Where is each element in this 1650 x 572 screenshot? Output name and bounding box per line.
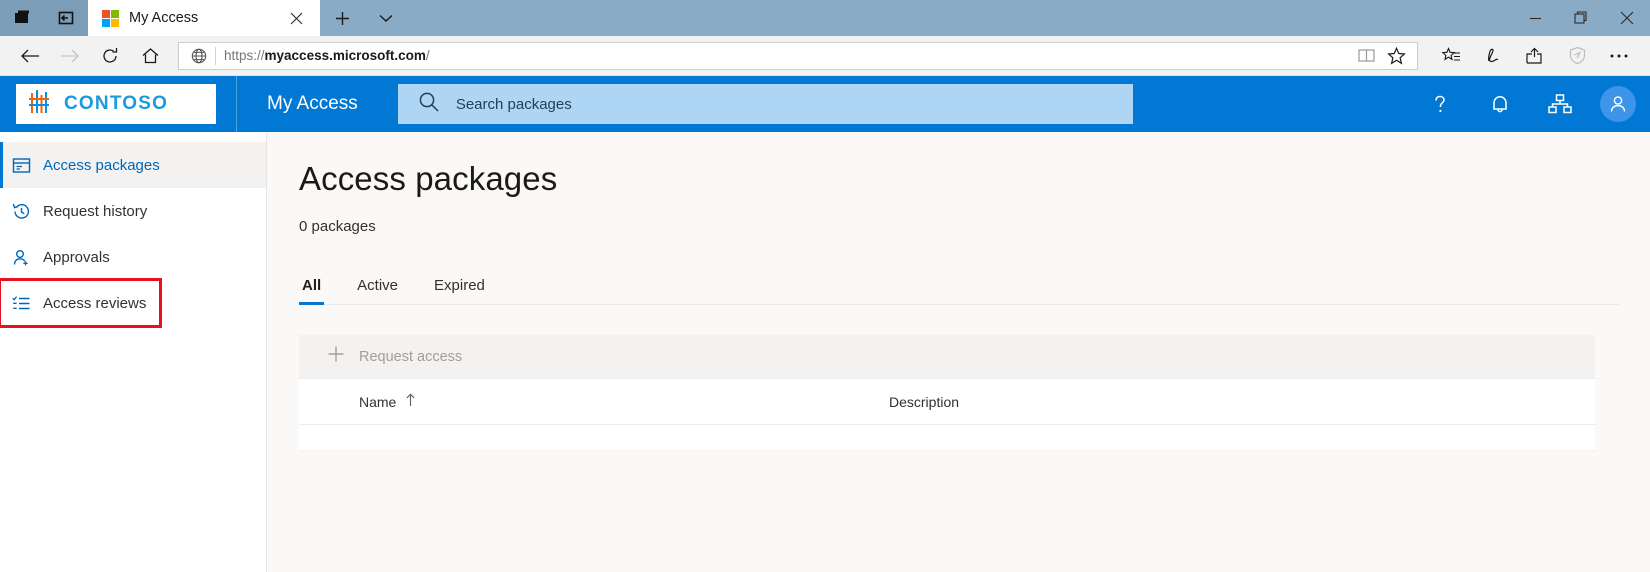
close-icon[interactable] [282,4,310,32]
plus-icon [327,345,345,368]
contoso-logo[interactable]: CONTOSO [16,84,216,124]
back-arrow-icon[interactable] [10,38,50,74]
search-input[interactable]: Search packages [456,96,572,113]
packages-card: Request access Name Description [299,335,1595,451]
web-note-icon[interactable] [1472,38,1514,74]
url-domain: myaccess.microsoft.com [265,48,426,63]
package-icon [10,156,32,175]
content-tabs: All Active Expired [299,277,1620,305]
browser-tab[interactable]: My Access [88,0,320,36]
favorites-hub-icon[interactable] [1430,38,1472,74]
browser-window: My Access [0,0,1650,572]
shield-icon[interactable] [1556,38,1598,74]
address-divider [215,47,216,65]
url-scheme: https:// [224,48,265,63]
browser-titlebar: My Access [0,0,1650,36]
refresh-icon[interactable] [90,38,130,74]
star-icon[interactable] [1381,47,1411,65]
minimize-icon[interactable] [1512,0,1558,36]
sidebar-item-label: Approvals [43,249,110,266]
package-count: 0 packages [299,218,1620,235]
request-access-button[interactable]: Request access [359,349,462,365]
contoso-logo-icon [28,87,54,122]
globe-icon [185,48,213,64]
tabs-you-set-aside-icon[interactable] [44,0,88,36]
tab-all[interactable]: All [299,277,324,304]
window-controls [1512,0,1650,36]
reading-view-icon[interactable] [1351,48,1381,63]
sidebar-item-label: Request history [43,203,147,220]
sidebar-item-label: Access packages [43,157,160,174]
sidebar-item-approvals[interactable]: Approvals [0,234,266,280]
address-bar[interactable]: https://myaccess.microsoft.com/ [178,42,1418,70]
more-settings-icon[interactable] [1598,38,1640,74]
app-title: My Access [267,93,358,115]
page-title: Access packages [299,160,1620,198]
contoso-logo-text: CONTOSO [64,93,168,115]
new-tab-button[interactable] [320,0,364,36]
history-clock-icon [10,202,32,221]
forward-arrow-icon[interactable] [50,38,90,74]
sidebar-item-access-reviews[interactable]: Access reviews [0,280,160,326]
help-icon[interactable] [1420,84,1460,124]
chevron-down-icon[interactable] [364,0,408,36]
sidebar-item-label: Access reviews [43,295,146,312]
tab-expired[interactable]: Expired [431,277,488,304]
browser-navbar: https://myaccess.microsoft.com/ [0,36,1650,76]
person-add-icon [10,248,32,267]
column-header-label: Name [359,394,396,410]
table-header-row: Name Description [299,379,1595,425]
sidebar-item-request-history[interactable]: Request history [0,188,266,234]
table-empty-row [299,425,1595,451]
notification-bell-icon[interactable] [1480,84,1520,124]
header-divider [236,76,237,132]
user-avatar-icon[interactable] [1600,86,1636,122]
sidebar-item-access-packages[interactable]: Access packages [0,142,266,188]
tab-title: My Access [129,10,272,26]
command-bar: Request access [299,335,1595,379]
close-icon[interactable] [1604,0,1650,36]
header-actions [1420,84,1636,124]
tab-active[interactable]: Active [354,277,401,304]
sort-ascending-arrow-icon [405,393,416,410]
org-hierarchy-icon[interactable] [1540,84,1580,124]
sidebar-nav: Access packages Request history Approval… [0,132,267,572]
search-packages-box[interactable]: Search packages [398,84,1133,124]
maximize-icon[interactable] [1558,0,1604,36]
app-header: CONTOSO My Access Search packages [0,76,1650,132]
address-text: https://myaccess.microsoft.com/ [224,48,1351,63]
search-icon [418,91,440,118]
checklist-icon [10,294,32,313]
share-icon[interactable] [1514,38,1556,74]
set-tabs-aside-icon[interactable] [0,0,44,36]
titlebar-left-icons [0,0,88,36]
main-content: Access packages 0 packages All Active Ex… [267,132,1650,572]
page-body: Access packages Request history Approval… [0,132,1650,572]
microsoft-logo-icon [102,10,119,27]
home-icon[interactable] [130,38,170,74]
url-path: / [426,48,430,63]
column-header-name[interactable]: Name [359,393,889,410]
column-header-description[interactable]: Description [889,394,959,410]
